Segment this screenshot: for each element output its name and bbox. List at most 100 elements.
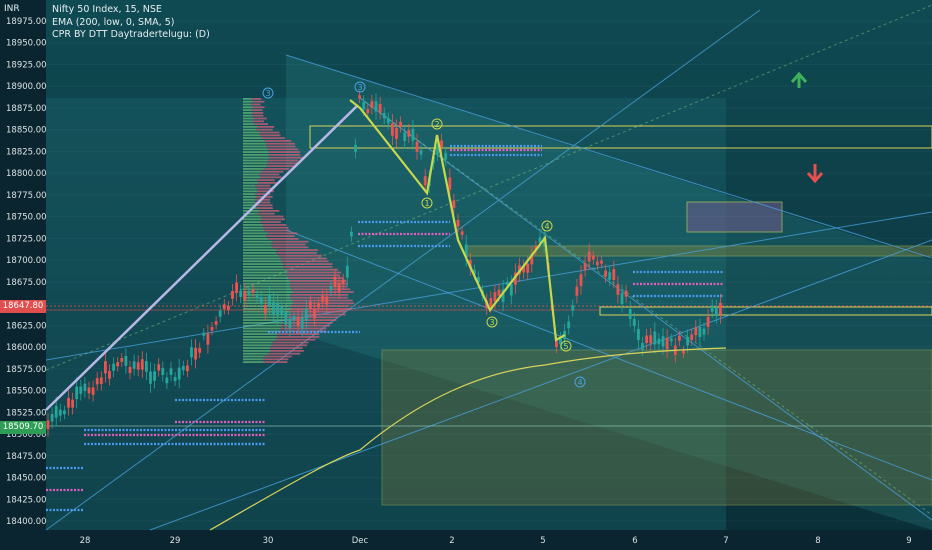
profile-bar	[243, 353, 269, 355]
currency-label: INR	[4, 4, 20, 14]
candle-body	[92, 387, 95, 394]
candle-body	[608, 272, 611, 279]
profile-bar	[291, 305, 349, 307]
candle-body	[362, 102, 365, 110]
profile-bar	[243, 171, 261, 173]
profile-bar	[272, 246, 308, 248]
x-tick-label: 30	[263, 536, 274, 546]
profile-bar	[243, 101, 253, 103]
profile-bar	[243, 157, 270, 159]
wave-label-4: 4	[544, 222, 549, 231]
candle-body	[612, 269, 615, 280]
candle-body	[186, 366, 189, 372]
candle-body	[88, 387, 91, 393]
candle-body	[215, 321, 218, 325]
legend-symbol[interactable]: Nifty 50 Index, 15, NSE	[52, 4, 210, 17]
profile-bar	[243, 98, 251, 100]
candle-body	[719, 303, 722, 315]
profile-bar	[267, 232, 297, 234]
profile-bar	[243, 342, 272, 344]
candle-body	[350, 232, 353, 237]
candle-body	[235, 283, 238, 294]
candle-body	[63, 411, 66, 415]
x-tick-label: 28	[80, 536, 91, 546]
profile-bar	[277, 336, 319, 338]
candle-body	[498, 290, 501, 296]
candle-body	[416, 142, 419, 152]
candle-body	[334, 277, 337, 287]
legend-cpr[interactable]: CPR BY DTT Daytradertelugu: (D)	[52, 29, 210, 42]
profile-bar	[268, 238, 299, 240]
profile-bar	[256, 129, 272, 131]
profile-bar	[243, 316, 286, 318]
profile-bar	[253, 106, 265, 108]
profile-bar	[289, 314, 345, 316]
y-tick-label: 18775.00	[6, 191, 47, 201]
wave-label-2: 2	[434, 120, 439, 129]
profile-bar	[264, 168, 289, 170]
candle-body	[715, 307, 718, 316]
x-tick-label: 6	[632, 536, 637, 546]
x-tick-label: 5	[540, 536, 545, 546]
profile-bar	[261, 171, 283, 173]
profile-bar	[270, 157, 303, 159]
candle-body	[264, 305, 267, 313]
candle-body	[133, 361, 136, 368]
y-tick-label: 18625.00	[6, 321, 47, 331]
legend-ema[interactable]: EMA (200, low, 0, SMA, 5)	[52, 17, 210, 30]
candle-body	[391, 123, 394, 135]
profile-bar	[243, 288, 291, 290]
profile-bar	[253, 101, 265, 103]
profile-bar	[243, 260, 282, 262]
profile-bar	[243, 258, 281, 260]
candle-body	[248, 291, 251, 295]
x-tick-label: 8	[815, 536, 820, 546]
profile-bar	[243, 297, 290, 299]
y-tick-label: 18950.00	[6, 39, 47, 49]
profile-bar	[278, 255, 321, 257]
profile-bar	[243, 277, 288, 279]
candle-body	[47, 421, 50, 430]
marked-price-badge: 18509.70	[0, 421, 46, 434]
profile-bar	[270, 350, 303, 352]
y-tick-label: 18400.00	[6, 517, 47, 527]
profile-bar	[268, 160, 298, 162]
candle-body	[444, 153, 447, 160]
profile-bar	[243, 115, 252, 117]
profile-bar	[292, 308, 351, 310]
candle-body	[149, 372, 152, 384]
profile-bar	[243, 221, 260, 223]
y-tick-label: 18525.00	[6, 408, 47, 418]
y-tick-label: 18550.00	[6, 387, 47, 397]
candle-body	[100, 377, 103, 384]
profile-bar	[243, 252, 276, 254]
profile-bar	[243, 190, 257, 192]
candle-body	[166, 378, 169, 384]
wave-label-5: 5	[563, 342, 568, 351]
profile-bar	[243, 263, 283, 265]
candle-body	[59, 410, 62, 416]
candle-body	[55, 406, 58, 418]
candle-body	[653, 332, 656, 345]
profile-bar	[243, 328, 281, 330]
candle-body	[51, 414, 54, 421]
secondary-wave-label: 4	[577, 378, 582, 387]
profile-bar	[290, 297, 348, 299]
candle-body	[243, 291, 246, 300]
candle-body	[383, 113, 386, 118]
profile-bar	[243, 347, 270, 349]
wave-label-3: 3	[489, 318, 494, 327]
profile-bar	[243, 188, 256, 190]
profile-bar	[259, 210, 279, 212]
profile-bar	[243, 176, 260, 178]
profile-bar	[251, 98, 261, 100]
y-tick-label: 18425.00	[6, 495, 47, 505]
candle-body	[633, 319, 636, 326]
x-tick-label: 7	[723, 536, 728, 546]
candle-body	[448, 178, 451, 190]
profile-bar	[252, 120, 264, 122]
candle-body	[371, 101, 374, 108]
chart-area[interactable]: 1 2 3 4 5 3 3 4 18975.00 18950.00 18925.00 18900.00…	[0, 0, 932, 550]
candle-body	[198, 348, 201, 353]
candle-body	[75, 387, 78, 399]
